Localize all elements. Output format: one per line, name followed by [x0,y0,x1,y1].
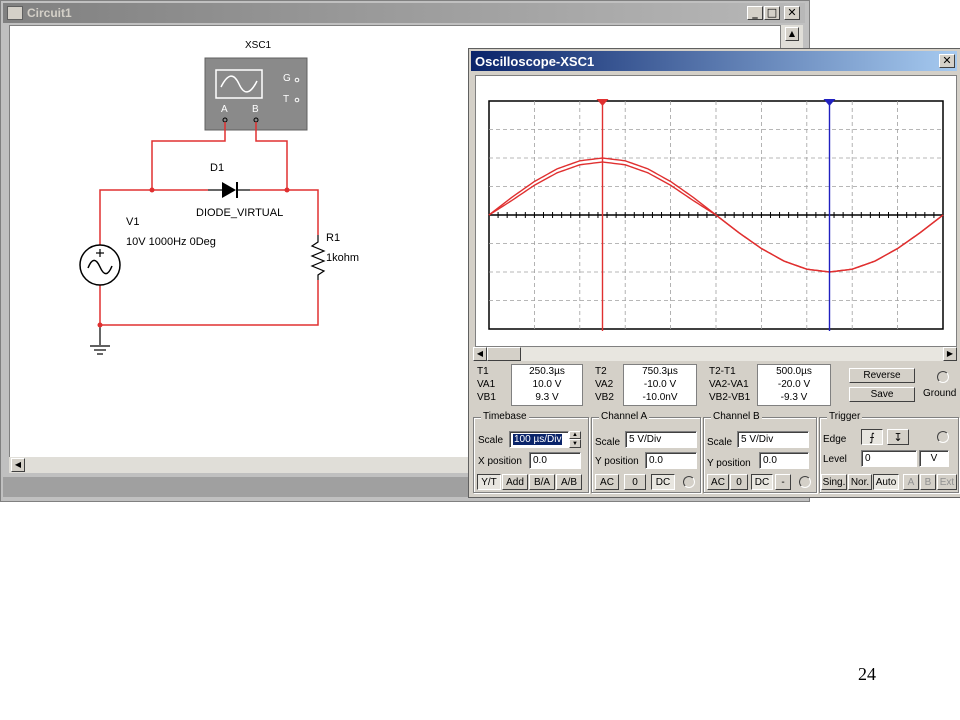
falling-edge-icon: ↧ [893,430,903,444]
t1-values: 250.3µs 10.0 V 9.3 V [511,364,583,406]
scope-terminal-b: B [252,104,259,115]
channel-a-ac-button[interactable]: AC [595,474,619,490]
diff-labels: T2-T1 VA2-VA1 VB2-VB1 [709,366,751,403]
channel-b-scale-input[interactable]: 5 V/Div [737,431,809,448]
channel-b-ypos-label: Y position [707,458,751,469]
oscilloscope-window: Oscilloscope-XSC1 ✕ ◀ ▶ T1 VA1 VB1 250.3… [468,48,960,498]
timebase-xpos-input[interactable]: 0.0 [529,452,581,469]
oscilloscope-title: Oscilloscope-XSC1 [475,53,595,69]
diode-ref-label: D1 [210,162,225,174]
scope-terminal-t: T [283,94,290,105]
diff-values: 500.0µs -20.0 V -9.3 V [757,364,831,406]
measurement-panel: T1 VA1 VB1 250.3µs 10.0 V 9.3 V T2 VA2 V… [473,363,831,407]
scope-terminal-g: G [283,73,291,84]
maximize-button[interactable]: □ [764,6,780,20]
t1-labels: T1 VA1 VB1 [477,366,496,403]
channel-b-ac-button[interactable]: AC [707,474,729,490]
mode-ba-button[interactable]: B/A [529,474,555,490]
minimize-button[interactable]: _ [747,6,763,20]
trigger-single-button[interactable]: Sing. [821,474,847,490]
scope-horizontal-scrollbar[interactable]: ◀ ▶ [473,347,957,361]
scroll-up-arrow[interactable]: ▲ [785,27,799,41]
resistor-value-label: 1kohm [326,252,360,264]
scope-terminal-a: A [221,104,228,115]
trigger-level-input[interactable]: 0 [861,450,917,467]
channel-a-dc-button[interactable]: DC [651,474,675,490]
source-value-label: 10V 1000Hz 0Deg [126,236,216,248]
channel-b-radio[interactable] [799,476,811,488]
trigger-source-a-button[interactable]: A [903,474,919,490]
oscilloscope-title-bar[interactable]: Oscilloscope-XSC1 [471,51,957,71]
channel-a-scale-label: Scale [595,437,621,448]
spin-down-arrow[interactable]: ▼ [569,439,581,448]
ground-symbol [90,345,110,355]
channel-b-ypos-input[interactable]: 0.0 [759,452,809,469]
channel-a-ypos-label: Y position [595,456,639,467]
timebase-xpos-label: X position [478,456,522,467]
mode-yt-button[interactable]: Y/T [477,474,501,490]
scope-scroll-thumb[interactable] [487,347,521,361]
channel-a-title: Channel A [599,411,650,422]
trigger-source-b-button[interactable]: B [920,474,936,490]
source-ref-label: V1 [126,216,140,228]
resistor-symbol [310,235,326,280]
scope-scroll-right[interactable]: ▶ [943,347,957,361]
rising-edge-icon: ⨍ [869,430,875,444]
t2-labels: T2 VA2 VB2 [595,366,614,403]
trigger-auto-button[interactable]: Auto [873,474,899,490]
channel-a-radio[interactable] [683,476,695,488]
scope-display[interactable] [487,99,945,331]
schematic-drawing [79,57,326,355]
save-button[interactable]: Save [849,387,915,402]
trigger-rising-edge-button[interactable]: ⨍ [861,429,883,445]
spin-up-arrow[interactable]: ▲ [569,431,581,439]
scope-ref-label: XSC1 [245,40,272,51]
trigger-title: Trigger [827,411,863,422]
trigger-falling-edge-button[interactable]: ↧ [887,429,909,445]
trigger-normal-button[interactable]: Nor. [848,474,872,490]
channel-b-dc-button[interactable]: DC [751,474,773,490]
scope-scroll-left[interactable]: ◀ [473,347,487,361]
channel-b-zero-button[interactable]: 0 [730,474,748,490]
channel-a-ypos-input[interactable]: 0.0 [645,452,697,469]
mode-add-button[interactable]: Add [502,474,528,490]
mode-ab-button[interactable]: A/B [556,474,582,490]
oscilloscope-close-button[interactable]: ✕ [939,54,955,68]
slide-number: 24 [858,664,876,684]
ground-radio[interactable] [937,371,949,383]
channel-a-scale-input[interactable]: 5 V/Div [625,431,697,448]
diode-model-label: DIODE_VIRTUAL [196,207,284,219]
channel-b-scale-label: Scale [707,437,733,448]
timebase-title: Timebase [481,411,529,422]
trigger-radio[interactable] [937,431,949,443]
ac-source-symbol [79,244,121,286]
trigger-source-ext-button[interactable]: Ext [937,474,957,490]
timebase-scale-input[interactable]: 100 µs/Div [509,431,569,448]
trigger-edge-label: Edge [823,434,847,445]
trigger-level-unit: V [919,450,949,467]
channel-b-title: Channel B [711,411,762,422]
timebase-scale-label: Scale [478,435,504,446]
diode-symbol [208,182,250,198]
channel-a-zero-button[interactable]: 0 [624,474,646,490]
reverse-button[interactable]: Reverse [849,368,915,383]
trigger-level-label: Level [823,454,847,465]
resistor-ref-label: R1 [326,232,341,244]
close-button[interactable]: ✕ [784,6,800,20]
channel-b-invert-button[interactable]: - [775,474,791,490]
ground-label: Ground [923,388,957,399]
timebase-scale-spinner[interactable]: ▲ ▼ [569,431,581,448]
t2-values: 750.3µs -10.0 V -10.0nV [623,364,697,406]
